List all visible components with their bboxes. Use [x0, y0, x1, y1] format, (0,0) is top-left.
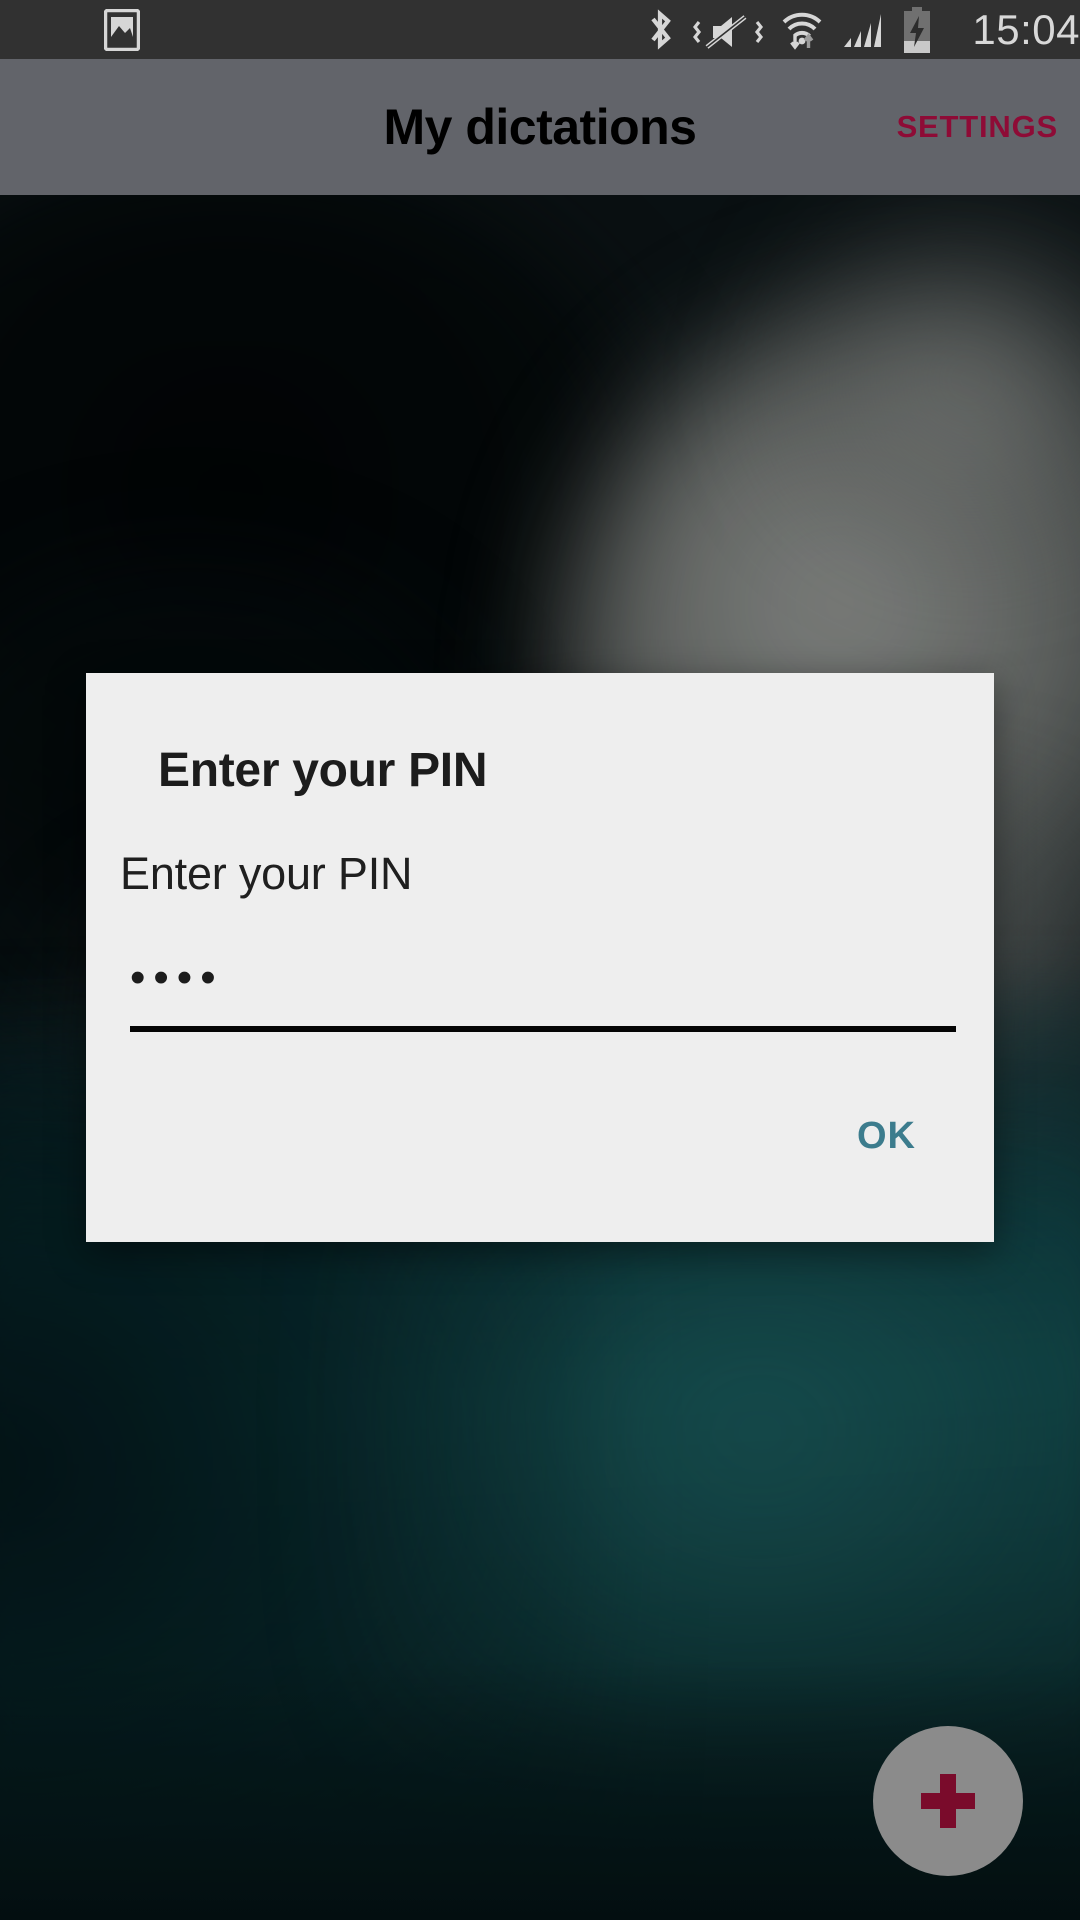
cellular-signal-icon — [844, 13, 882, 47]
settings-button[interactable]: SETTINGS — [897, 109, 1058, 145]
pin-input-value[interactable]: •••• — [130, 926, 956, 1000]
add-dictation-fab[interactable] — [873, 1726, 1023, 1876]
pin-input-underline — [130, 1026, 956, 1032]
enter-pin-dialog: Enter your PIN Enter your PIN •••• OK — [86, 673, 994, 1242]
dialog-action-bar: OK — [86, 1038, 994, 1234]
plus-icon — [921, 1774, 975, 1828]
status-bar-left-icons — [104, 8, 140, 51]
ok-button[interactable]: OK — [857, 1115, 916, 1158]
app-bar: My dictations SETTINGS — [0, 59, 1080, 195]
status-bar-right-icons — [646, 6, 932, 53]
volume-mute-vibrate-icon — [693, 14, 764, 49]
dialog-message: Enter your PIN — [120, 848, 413, 899]
pin-input-field[interactable]: •••• — [130, 926, 956, 1038]
dialog-title: Enter your PIN — [158, 744, 488, 797]
battery-charging-icon — [904, 6, 931, 53]
phone-screen: 15:04 My dictations SETTINGS Enter your … — [0, 0, 1080, 1920]
bluetooth-icon — [651, 8, 672, 50]
wifi-active-icon — [783, 12, 822, 50]
screenshot-capture-icon — [104, 8, 140, 51]
status-bar: 15:04 — [0, 0, 1080, 59]
status-bar-clock: 15:04 — [972, 5, 1080, 53]
